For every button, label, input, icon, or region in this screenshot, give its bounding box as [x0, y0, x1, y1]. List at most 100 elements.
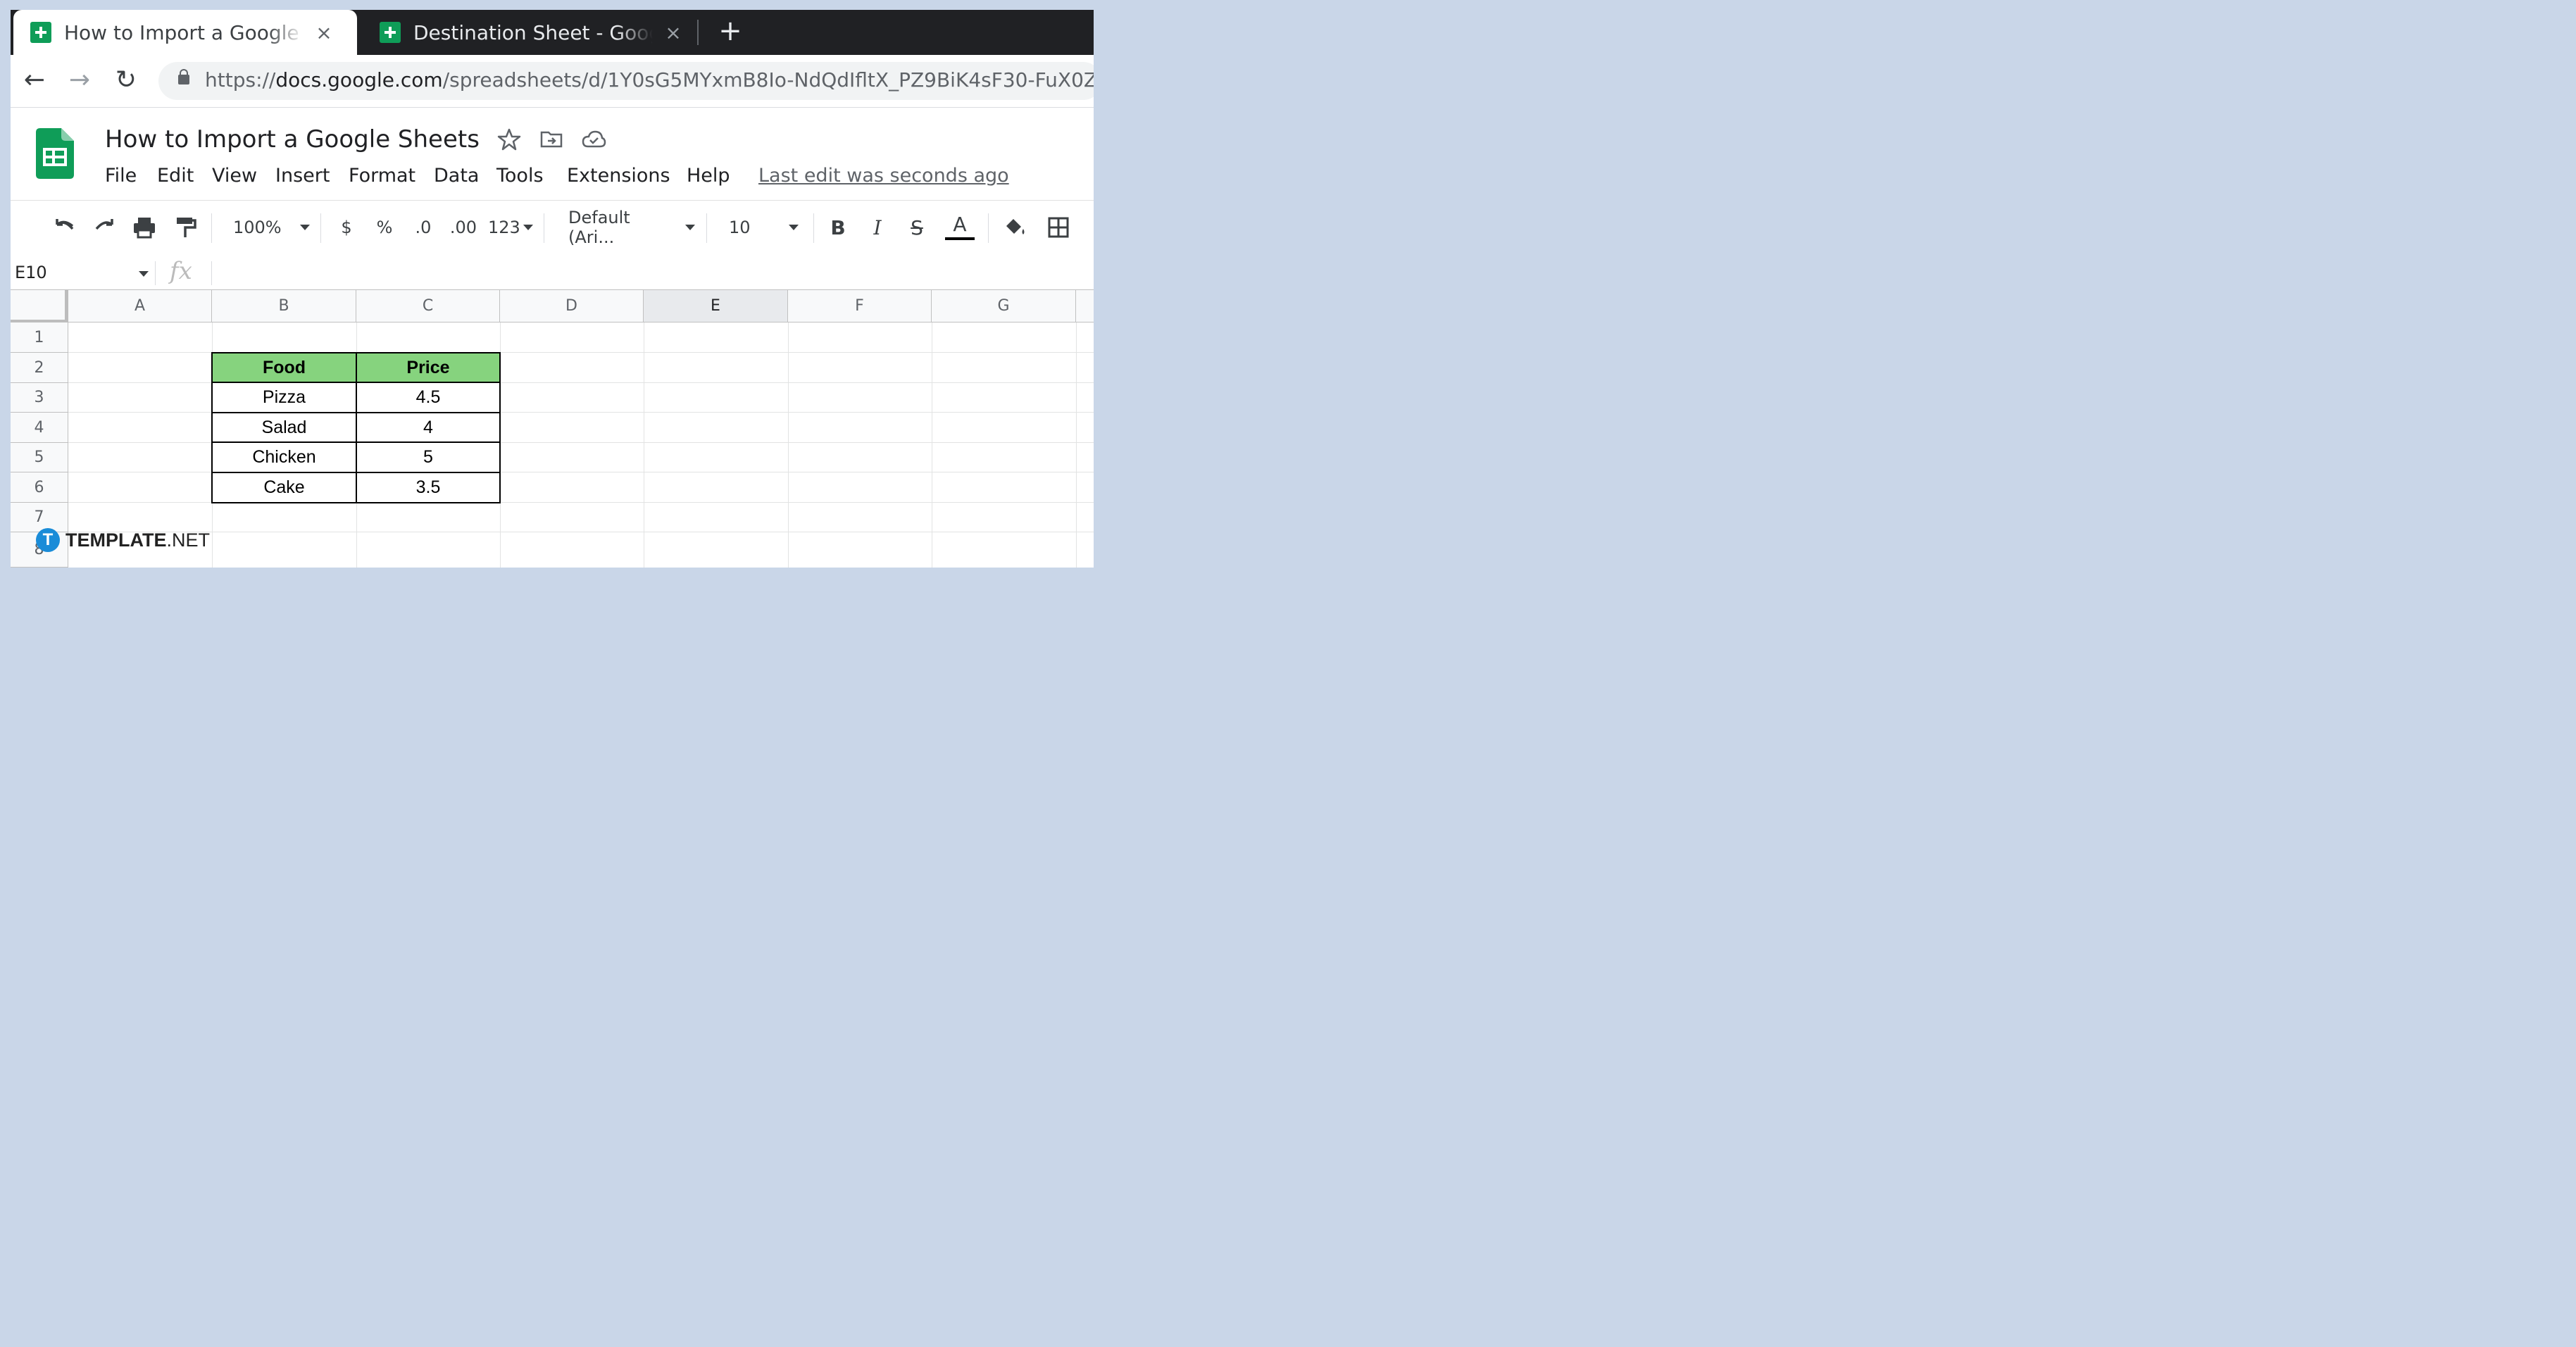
percent-format-button[interactable]: % [374, 215, 395, 240]
cell-c5[interactable]: 5 [356, 441, 501, 473]
increase-decimal-button[interactable]: .00 [446, 215, 481, 240]
tab-strip: How to Import a Google Sheets × Destinat… [11, 10, 1094, 55]
document-title[interactable]: How to Import a Google Sheets [105, 125, 480, 154]
column-header-a[interactable]: A [68, 290, 212, 322]
decrease-decimal-button[interactable]: .0 [409, 215, 437, 240]
chevron-down-icon [685, 225, 695, 230]
row-header-6[interactable]: 6 [11, 472, 68, 503]
template-logo-icon: T [36, 528, 60, 552]
url-path: /spreadsheets/d/1Y0sG5MYxmB8Io-NdQdIfltX… [442, 68, 1094, 92]
watermark-brand: TEMPLATE [65, 529, 167, 551]
column-header-b[interactable]: B [212, 290, 356, 322]
cell-b4[interactable]: Salad [211, 412, 357, 443]
print-icon[interactable] [132, 215, 157, 240]
bold-button[interactable]: B [827, 215, 849, 240]
close-tab-icon[interactable]: × [313, 21, 334, 44]
cell-c2-price-header[interactable]: Price [356, 352, 501, 383]
menu-help[interactable]: Help [687, 165, 743, 190]
currency-format-button[interactable]: $ [336, 215, 357, 240]
move-to-folder-icon[interactable] [539, 127, 564, 152]
cell-c6[interactable]: 3.5 [356, 472, 501, 503]
url-text[interactable]: https://docs.google.com/spreadsheets/d/1… [205, 68, 1094, 92]
column-header-g[interactable]: G [932, 290, 1076, 322]
menu-bar: File Edit View Insert Format Data Tools … [105, 165, 743, 190]
font-size-select[interactable]: 10 [729, 215, 805, 240]
font-select[interactable]: Default (Ari... [568, 208, 695, 247]
zoom-select[interactable]: 100% [233, 215, 311, 240]
lock-icon[interactable] [178, 69, 189, 84]
chevron-down-icon [523, 225, 533, 230]
column-header-c[interactable]: C [356, 290, 500, 322]
toolbar-divider [320, 213, 321, 243]
text-color-button[interactable]: A [944, 215, 975, 240]
menu-edit[interactable]: Edit [157, 165, 212, 190]
new-tab-button[interactable]: + [715, 17, 746, 48]
sheets-logo-icon[interactable] [36, 128, 74, 179]
chevron-down-icon [299, 225, 310, 230]
row-header-5[interactable]: 5 [11, 443, 68, 472]
undo-icon[interactable] [51, 215, 77, 240]
tab-import-sheet[interactable]: How to Import a Google Sheets × [13, 10, 357, 55]
menu-view[interactable]: View [212, 165, 275, 190]
toolbar: 100% $ % .0 .00 123 Default (Ari... 10 B… [11, 200, 1094, 256]
chevron-down-icon [788, 225, 799, 230]
gridline [1076, 322, 1077, 568]
font-size-value: 10 [729, 218, 751, 237]
formula-divider [155, 261, 156, 285]
number-format-value: 123 [488, 218, 520, 237]
browser-window: How to Import a Google Sheets × Destinat… [11, 10, 1094, 568]
cell-b6[interactable]: Cake [211, 472, 357, 503]
borders-icon[interactable] [1046, 215, 1071, 240]
star-icon[interactable] [496, 127, 522, 152]
column-header-f[interactable]: F [788, 290, 932, 322]
url-scheme: https:// [205, 68, 276, 92]
chevron-down-icon[interactable] [139, 271, 149, 277]
select-all-corner[interactable] [11, 290, 68, 322]
column-header-d[interactable]: D [500, 290, 644, 322]
close-tab-icon[interactable]: × [663, 21, 684, 44]
cell-b2-food-header[interactable]: Food [211, 352, 357, 383]
url-host: docs.google.com [275, 68, 443, 92]
menu-tools[interactable]: Tools [496, 165, 567, 190]
tab-destination-sheet[interactable]: Destination Sheet - Google Sheets × [363, 10, 698, 55]
column-header-h[interactable] [1076, 290, 1094, 322]
tab-divider [697, 20, 699, 45]
row-header-3[interactable]: 3 [11, 383, 68, 413]
watermark-suffix: .NET [166, 529, 211, 551]
menu-file[interactable]: File [105, 165, 157, 190]
column-header-e[interactable]: E [644, 290, 788, 322]
forward-button[interactable]: → [64, 65, 95, 96]
text-color-letter: A [953, 213, 967, 236]
font-value: Default (Ari... [568, 208, 630, 247]
row-header-2[interactable]: 2 [11, 353, 68, 383]
cell-c4[interactable]: 4 [356, 412, 501, 443]
cell-b5[interactable]: Chicken [211, 441, 357, 473]
redo-icon[interactable] [92, 215, 118, 240]
spreadsheet-grid[interactable]: A B C D E F G 1 2 3 4 5 6 7 8 Food Price… [11, 290, 1094, 568]
last-edit-link[interactable]: Last edit was seconds ago [758, 165, 1009, 187]
paint-format-icon[interactable] [173, 215, 198, 240]
tab-title: Destination Sheet - Google Sheets [413, 20, 653, 44]
cell-c3[interactable]: 4.5 [356, 382, 501, 413]
strikethrough-button[interactable]: S [906, 215, 927, 240]
formula-bar: E10 fx [11, 256, 1094, 290]
url-bar[interactable]: https://docs.google.com/spreadsheets/d/1… [158, 62, 1094, 100]
more-formats-select[interactable]: 123 [488, 215, 534, 240]
cloud-saved-icon[interactable] [581, 127, 606, 152]
fill-color-icon[interactable] [1002, 215, 1027, 240]
menu-data[interactable]: Data [434, 165, 496, 190]
cell-b3[interactable]: Pizza [211, 382, 357, 413]
reload-button[interactable]: ↻ [111, 65, 142, 96]
fx-icon: fx [170, 257, 192, 285]
menu-extensions[interactable]: Extensions [567, 165, 687, 190]
row-header-4[interactable]: 4 [11, 413, 68, 443]
row-header-1[interactable]: 1 [11, 322, 68, 353]
back-button[interactable]: ← [19, 65, 50, 96]
name-box[interactable]: E10 [15, 263, 47, 282]
toolbar-divider [211, 213, 212, 243]
italic-button[interactable]: I [867, 215, 888, 240]
menu-format[interactable]: Format [349, 165, 434, 190]
menu-insert[interactable]: Insert [275, 165, 349, 190]
gridline [788, 322, 789, 568]
toolbar-divider [813, 213, 814, 243]
